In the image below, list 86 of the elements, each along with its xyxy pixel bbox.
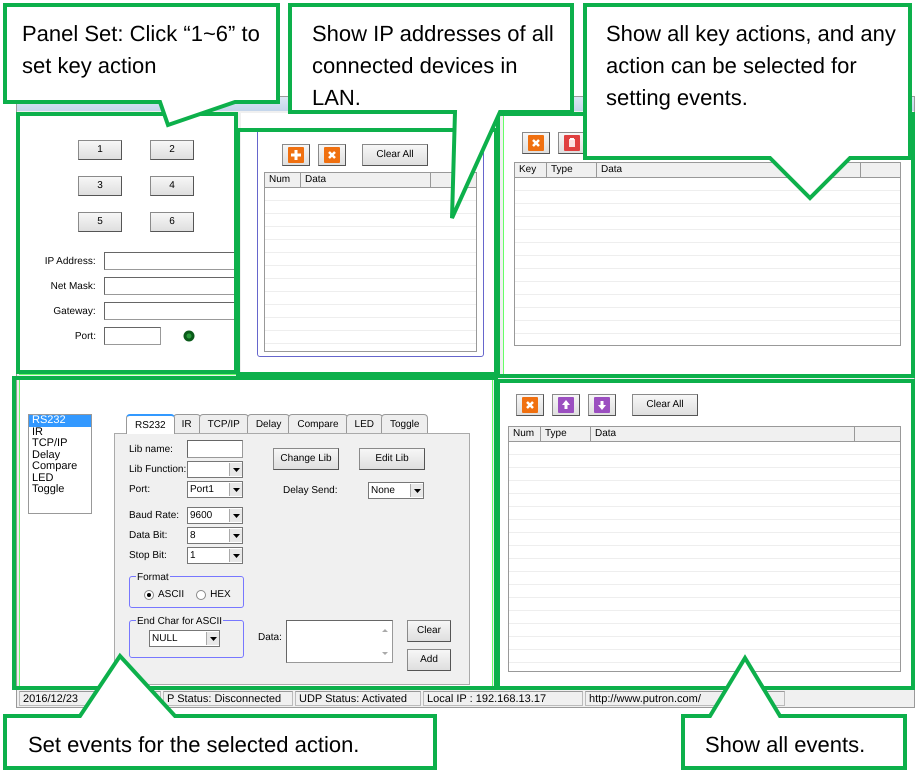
- clipboard-icon: [564, 135, 580, 151]
- list-item[interactable]: TCP/IP: [29, 438, 91, 450]
- column-header: Key: [515, 163, 547, 177]
- field-label: Lib Function:: [129, 463, 187, 477]
- key-button[interactable]: 5: [78, 212, 122, 232]
- dropdown[interactable]: [187, 461, 243, 478]
- column-header: Num: [509, 427, 541, 441]
- lib-button[interactable]: Change Lib: [273, 448, 339, 470]
- move-up-button[interactable]: [552, 394, 580, 416]
- tab[interactable]: RS232: [126, 414, 175, 434]
- field-label: Port:: [74, 330, 96, 344]
- column-header: Type: [541, 427, 591, 441]
- close-icon: [522, 397, 538, 413]
- column-header: Data: [301, 173, 431, 187]
- type-list[interactable]: RS232 IR TCP/IP Delay Compare LED Toggle: [28, 414, 92, 514]
- dropdown[interactable]: 8: [187, 527, 243, 544]
- add-button[interactable]: [282, 144, 310, 166]
- caret-icon: [232, 534, 240, 538]
- tab[interactable]: Toggle: [380, 414, 428, 434]
- tab[interactable]: LED: [346, 414, 383, 434]
- key-button[interactable]: 4: [150, 176, 194, 196]
- tab[interactable]: TCP/IP: [198, 414, 249, 434]
- plus-icon: [288, 147, 304, 163]
- clear-all-button[interactable]: Clear All: [632, 394, 698, 416]
- status-text: UDP Status: Activated: [295, 691, 421, 706]
- delete-button[interactable]: [522, 132, 550, 154]
- delete-button[interactable]: [318, 144, 346, 166]
- dropdown[interactable]: NULL: [149, 630, 220, 647]
- caret-icon: [210, 636, 216, 640]
- dropdown[interactable]: 1: [187, 547, 243, 564]
- clear-all-button[interactable]: Clear All: [362, 144, 428, 166]
- field-label: Data:: [258, 631, 283, 645]
- callout-text: Show IP addresses of all connected devices in LAN.: [312, 20, 555, 112]
- status-text: P Status: Disconnected: [163, 691, 293, 706]
- column-header: Num: [265, 173, 301, 187]
- dropdown[interactable]: None: [368, 482, 424, 499]
- status-text: Local IP : 192.168.13.17: [423, 691, 583, 706]
- action-button[interactable]: Add: [407, 649, 451, 671]
- close-icon: [528, 135, 544, 151]
- scrollbar-arrows-icon: [381, 627, 389, 657]
- column-header: Type: [547, 163, 597, 177]
- ip-address-field[interactable]: [104, 302, 236, 320]
- list-item[interactable]: IR: [29, 426, 91, 438]
- text-field[interactable]: [187, 440, 243, 458]
- callout-text: Show all events.: [705, 731, 866, 759]
- key-button[interactable]: 1: [78, 140, 122, 160]
- caret-icon: [232, 554, 240, 558]
- caret-icon: [414, 488, 420, 492]
- key-button[interactable]: 2: [150, 140, 194, 160]
- list-item[interactable]: Compare: [29, 461, 91, 472]
- column-header: Data: [591, 427, 855, 441]
- field-label: Stop Bit:: [129, 549, 168, 563]
- list-item[interactable]: LED: [29, 472, 91, 484]
- move-down-button[interactable]: [588, 394, 616, 416]
- radio-option[interactable]: HEX: [196, 587, 231, 602]
- callout-text: Show all key actions, and any action can be selected for setting events.: [606, 20, 897, 112]
- key-button[interactable]: 3: [78, 176, 122, 196]
- list-item[interactable]: Toggle: [29, 484, 91, 496]
- field-label: Delay Send:: [283, 484, 338, 498]
- field-label: IP Address:: [44, 254, 96, 268]
- ip-address-field[interactable]: [104, 252, 236, 270]
- field-label: Lib name:: [129, 442, 174, 456]
- callout-text: Panel Set: Click “1~6” to set key action: [22, 20, 261, 80]
- radio-option[interactable]: ASCII: [144, 587, 184, 602]
- field-label: Data Bit:: [129, 529, 168, 543]
- caret-icon: [232, 488, 240, 492]
- data-field[interactable]: [286, 620, 393, 663]
- caret-icon: [232, 514, 240, 518]
- delete-button[interactable]: [516, 394, 544, 416]
- lib-button[interactable]: Edit Lib: [359, 448, 425, 470]
- ip-address-field[interactable]: [104, 277, 236, 295]
- field-label: Baud Rate:: [129, 509, 180, 523]
- status-led-icon: [183, 330, 195, 342]
- key-button[interactable]: 6: [150, 212, 194, 232]
- close-icon: [324, 147, 340, 163]
- action-button[interactable]: Clear: [407, 620, 451, 642]
- callout-text: Set events for the selected action.: [28, 731, 360, 759]
- port-field[interactable]: [104, 327, 161, 345]
- dropdown[interactable]: Port1: [187, 481, 243, 498]
- field-label: Gateway:: [52, 304, 96, 318]
- field-label: Net Mask:: [50, 280, 96, 294]
- caret-icon: [232, 468, 240, 472]
- tab[interactable]: Compare: [288, 414, 348, 434]
- field-label: Port:: [129, 483, 152, 497]
- dropdown[interactable]: 9600: [187, 507, 243, 524]
- list-item[interactable]: Delay: [29, 450, 91, 461]
